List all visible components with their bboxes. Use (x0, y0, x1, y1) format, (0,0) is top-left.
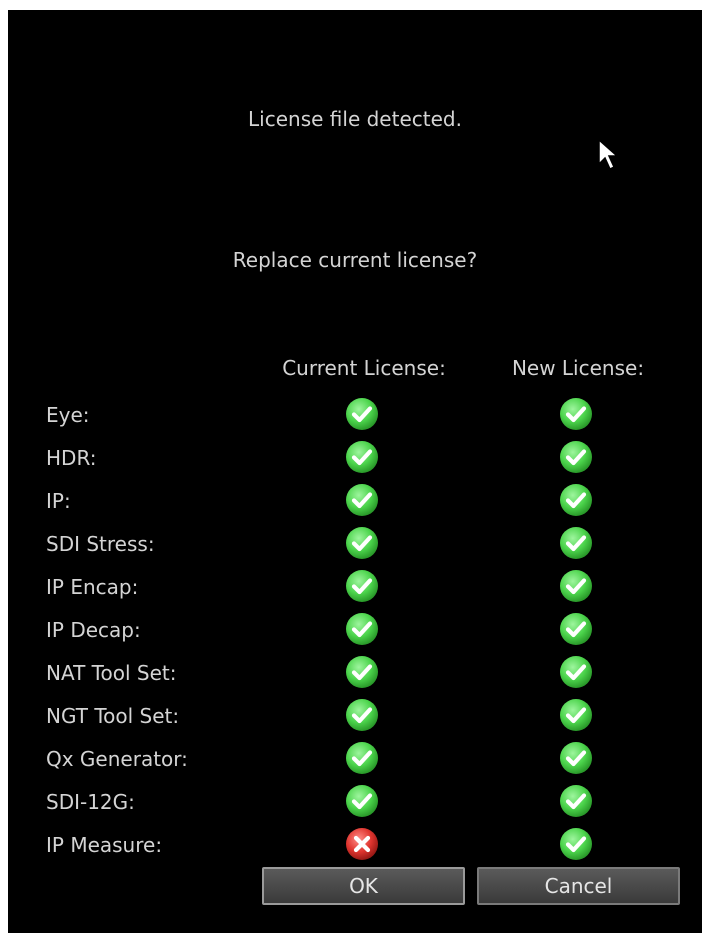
mouse-cursor-icon (598, 138, 619, 171)
check-icon (345, 698, 379, 732)
check-icon (559, 612, 593, 646)
check-icon (559, 569, 593, 603)
feature-label: NAT Tool Set: (46, 661, 177, 685)
check-icon (559, 784, 593, 818)
feature-row: IP Decap: (8, 609, 702, 652)
new-license-header: New License: (511, 356, 645, 380)
replace-license-question: Replace current license? (232, 248, 478, 272)
feature-row: Qx Generator: (8, 738, 702, 781)
check-icon (345, 655, 379, 689)
feature-label: NGT Tool Set: (46, 704, 180, 728)
check-icon (345, 397, 379, 431)
feature-label: HDR: (46, 446, 97, 470)
feature-label: SDI-12G: (46, 790, 135, 814)
feature-label: SDI Stress: (46, 532, 155, 556)
feature-row: HDR: (8, 437, 702, 480)
feature-label: Qx Generator: (46, 747, 188, 771)
check-icon (345, 440, 379, 474)
check-icon (345, 612, 379, 646)
license-dialog: License file detected. Replace current l… (8, 10, 702, 933)
feature-row: NGT Tool Set: (8, 695, 702, 738)
check-icon (345, 483, 379, 517)
check-icon (559, 741, 593, 775)
check-icon (345, 569, 379, 603)
check-icon (559, 397, 593, 431)
check-icon (559, 698, 593, 732)
check-icon (559, 526, 593, 560)
feature-label: IP: (46, 489, 71, 513)
feature-label: IP Measure: (46, 833, 163, 857)
feature-row: NAT Tool Set: (8, 652, 702, 695)
feature-label: Eye: (46, 403, 90, 427)
license-detected-message: License file detected. (248, 107, 462, 131)
feature-row: SDI-12G: (8, 781, 702, 824)
ok-button[interactable]: OK (262, 867, 465, 905)
check-icon (559, 483, 593, 517)
check-icon (559, 827, 593, 861)
feature-row: IP Measure: (8, 824, 702, 867)
feature-row: IP Encap: (8, 566, 702, 609)
feature-row: IP: (8, 480, 702, 523)
check-icon (345, 784, 379, 818)
check-icon (559, 440, 593, 474)
cross-icon (345, 827, 379, 861)
current-license-header: Current License: (282, 356, 446, 380)
feature-row: SDI Stress: (8, 523, 702, 566)
feature-label: IP Encap: (46, 575, 139, 599)
cancel-button[interactable]: Cancel (477, 867, 680, 905)
check-icon (345, 526, 379, 560)
check-icon (345, 741, 379, 775)
feature-label: IP Decap: (46, 618, 141, 642)
check-icon (559, 655, 593, 689)
feature-row: Eye: (8, 394, 702, 437)
